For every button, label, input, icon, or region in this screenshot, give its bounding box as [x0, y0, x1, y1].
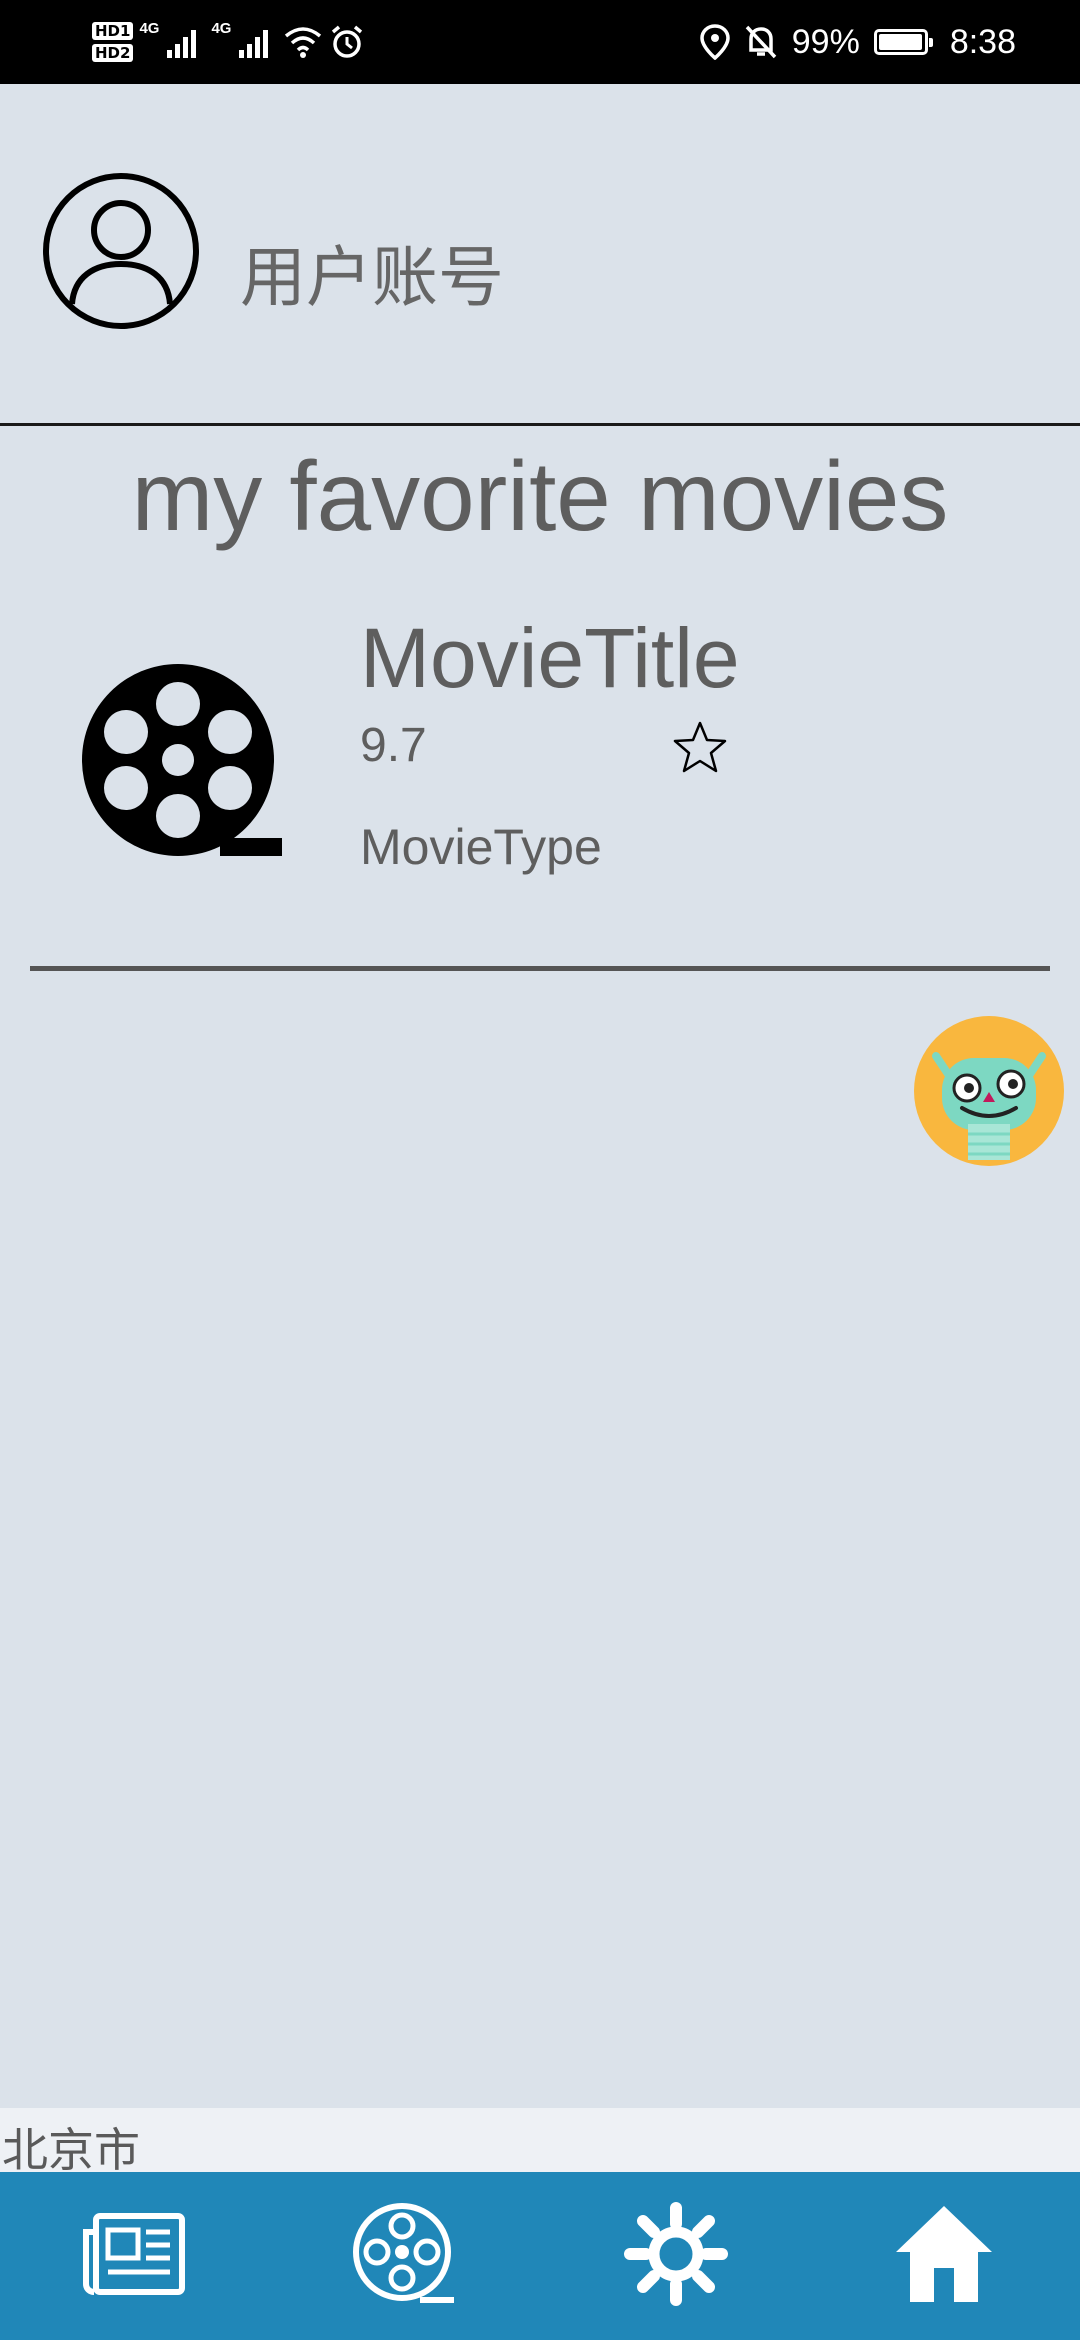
status-left: HD1 HD2 4G 4G	[92, 12, 365, 72]
hd1-badge: HD1	[92, 22, 134, 40]
list-divider	[30, 966, 1050, 971]
signal-icon	[167, 30, 197, 58]
status-right: 99% 8:38	[699, 0, 1016, 84]
account-label[interactable]: 用户账号	[240, 224, 504, 320]
mute-bell-icon	[745, 25, 777, 59]
home-icon	[896, 2206, 992, 2302]
alarm-icon	[332, 25, 363, 58]
location-bar: 北京市	[0, 2108, 1080, 2177]
movie-list-item[interactable]: MovieTitle 9.7 MovieType	[30, 600, 1050, 972]
movie-type: MovieType	[360, 819, 602, 875]
status-bar: HD1 HD2 4G 4G 99% 8:38	[0, 0, 1080, 84]
account-header[interactable]: 用户账号	[0, 84, 1080, 426]
hd2-badge: HD2	[92, 44, 134, 62]
tab-movies[interactable]	[350, 2200, 458, 2308]
bottom-tab-bar	[0, 2172, 1080, 2340]
sim-hd-indicators: HD1 HD2	[92, 22, 134, 62]
clock-time: 8:38	[949, 22, 1016, 61]
star-outline-icon[interactable]	[670, 718, 730, 778]
newspaper-icon	[83, 2213, 185, 2295]
battery-fill	[878, 34, 923, 50]
favorites-title: my favorite movies	[131, 441, 949, 551]
battery-percent: 99%	[791, 22, 860, 61]
film-reel-icon	[353, 2203, 454, 2303]
network-type-2: 4G	[211, 20, 232, 37]
tab-settings[interactable]	[622, 2200, 730, 2308]
robot-mascot-icon[interactable]	[914, 1016, 1064, 1166]
network-type-1: 4G	[139, 20, 160, 37]
wifi-icon	[285, 27, 322, 58]
film-reel-icon	[82, 664, 282, 856]
location-city: 北京市	[2, 2123, 140, 2177]
signal-icon-2	[239, 30, 269, 58]
user-avatar-icon[interactable]	[42, 172, 200, 330]
location-icon	[699, 24, 730, 60]
tab-home[interactable]	[890, 2200, 998, 2308]
movie-title: MovieTitle	[360, 611, 740, 705]
battery-icon	[873, 29, 933, 55]
movie-score: 9.7	[360, 719, 427, 772]
tab-news[interactable]	[80, 2200, 188, 2308]
gear-icon	[624, 2202, 728, 2306]
